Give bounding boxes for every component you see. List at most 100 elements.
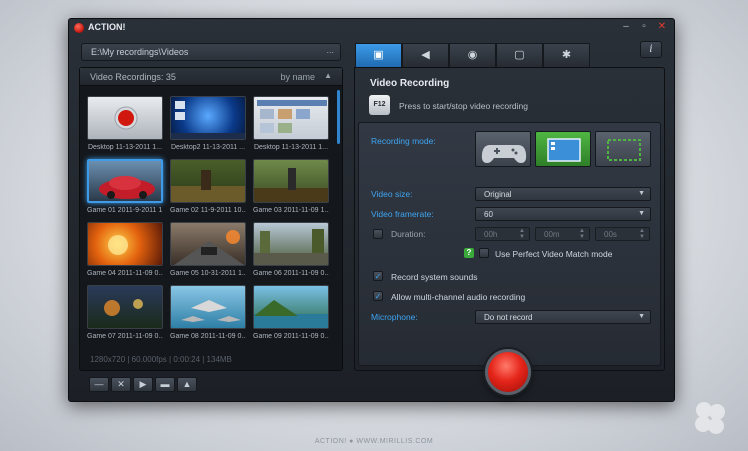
recording-item-selected[interactable]: Game 01 2011-9-2011 1... <box>87 159 163 219</box>
recording-item[interactable]: Game 02 11-9-2011 10... <box>170 159 246 219</box>
recording-item[interactable]: Desktop2 11-13-2011 ... <box>170 96 246 156</box>
recordings-list-panel: Video Recordings: 35 by name ▲ Desktop 1… <box>79 67 343 371</box>
recording-item[interactable]: Game 06 2011-11-09 0... <box>253 222 329 282</box>
perfect-match-label: Use Perfect Video Match mode <box>495 249 613 259</box>
tab-screenshot[interactable]: ▢ <box>496 43 543 67</box>
desktop-image <box>257 100 327 133</box>
region-select-icon <box>607 139 641 161</box>
recording-item[interactable]: Game 05 10-31-2011 1... <box>170 222 246 282</box>
recording-thumbnail <box>253 159 329 203</box>
microphone-value: Do not record <box>484 313 533 322</box>
spinner-arrows-icon: ▲ ▼ <box>519 228 525 240</box>
duration-label: Duration: <box>391 229 426 239</box>
recording-thumbnail <box>87 96 163 140</box>
path-text: E:\My recordings\Videos <box>91 47 189 57</box>
footer-text: ACTION! ● WWW.MIRILLIS.COM <box>314 438 434 445</box>
game-scene-image <box>171 170 245 202</box>
duration-minutes-value: 00m <box>544 230 560 239</box>
recording-item[interactable]: Game 07 2011-11-09 0... <box>87 285 163 345</box>
video-size-label: Video size: <box>371 189 413 199</box>
chevron-down-icon: ▼ <box>638 190 645 197</box>
hotkey-badge: F12 <box>369 95 390 115</box>
restore-button[interactable]: ▫ <box>636 21 652 33</box>
help-icon[interactable]: ? <box>464 248 474 258</box>
mirillis-logo-icon <box>695 402 725 434</box>
recording-item[interactable]: Desktop 11-13-2011 1... <box>253 96 329 156</box>
recording-thumbnail <box>253 285 329 329</box>
mode-tabs: ▣ ◀ ◉ ▢ ✱ <box>355 43 591 67</box>
record-button-image <box>114 106 138 130</box>
duration-seconds[interactable]: 00s ▲ ▼ <box>595 227 650 241</box>
spinner-arrows-icon: ▲ ▼ <box>579 228 585 240</box>
duration-checkbox[interactable] <box>373 229 383 239</box>
tab-video-recording[interactable]: ▣ <box>355 43 402 67</box>
app-logo-icon <box>74 23 84 33</box>
chevron-down-icon: ▼ <box>638 210 645 217</box>
browse-button[interactable]: ... <box>326 45 334 55</box>
recording-thumbnail <box>87 159 163 203</box>
aircraft-scene-image <box>181 300 241 322</box>
video-size-value: Original <box>484 190 512 199</box>
battle-scene-image <box>104 299 143 316</box>
street-scene-image <box>254 229 328 265</box>
spinner-arrows-icon: ▲ ▼ <box>639 228 645 240</box>
mode-region-button[interactable] <box>595 131 651 167</box>
recording-item[interactable]: Game 09 2011-11-09 0... <box>253 285 329 345</box>
recording-caption: Game 05 10-31-2011 1... <box>170 270 246 277</box>
recording-thumbnail <box>170 159 246 203</box>
recording-item[interactable]: Game 08 2011-11-09 0... <box>170 285 246 345</box>
system-sounds-checkbox[interactable]: ✓ <box>373 271 383 281</box>
multichannel-label: Allow multi-channel audio recording <box>391 292 526 302</box>
framerate-value: 60 <box>484 210 493 219</box>
delete-button[interactable]: ✕ <box>111 377 131 392</box>
recording-caption: Game 04 2011-11-09 0... <box>87 270 163 277</box>
recording-thumbnail <box>87 222 163 266</box>
close-button[interactable]: ✕ <box>654 21 670 33</box>
video-size-select[interactable]: Original ▼ <box>475 187 651 201</box>
upload-button[interactable]: ▲ <box>177 377 197 392</box>
racing-car-image <box>99 176 155 199</box>
video-recording-panel: Video Recording F12 Press to start/stop … <box>354 67 665 371</box>
sort-dropdown[interactable]: by name <box>280 72 315 82</box>
title-bar[interactable]: ACTION! – ▫ ✕ <box>69 19 674 37</box>
duration-hours[interactable]: 00h ▲ ▼ <box>475 227 530 241</box>
record-button[interactable] <box>485 349 531 395</box>
tab-benchmark[interactable]: ◉ <box>449 43 496 67</box>
mode-game-button[interactable] <box>475 131 531 167</box>
mode-fullscreen-button[interactable] <box>535 131 591 167</box>
recording-mode-label: Recording mode: <box>371 136 436 146</box>
recording-item[interactable]: Desktop 11-13-2011 1... <box>87 96 163 156</box>
tab-audio[interactable]: ◀ <box>402 43 449 67</box>
duration-seconds-value: 00s <box>604 230 617 239</box>
microphone-select[interactable]: Do not record ▼ <box>475 310 651 324</box>
desktop-screen-icon <box>547 138 581 162</box>
multichannel-checkbox[interactable]: ✓ <box>373 291 383 301</box>
recordings-path-field[interactable]: E:\My recordings\Videos ... <box>81 43 341 61</box>
list-scrollbar[interactable] <box>337 90 340 144</box>
recording-thumbnail <box>170 285 246 329</box>
recordings-count: Video Recordings: 35 <box>90 72 176 82</box>
app-window: ACTION! – ▫ ✕ i E:\My recordings\Videos … <box>68 18 675 402</box>
info-button[interactable]: i <box>640 41 662 58</box>
framerate-select[interactable]: 60 ▼ <box>475 207 651 221</box>
duration-hours-value: 00h <box>484 230 498 239</box>
minimize-button[interactable]: – <box>618 21 634 33</box>
recording-item[interactable]: Game 03 2011-11-09 1... <box>253 159 329 219</box>
app-title: ACTION! <box>88 22 126 32</box>
tab-settings[interactable]: ✱ <box>543 43 590 67</box>
remove-button[interactable]: — <box>89 377 109 392</box>
gamepad-icon <box>481 145 527 163</box>
sort-caret-icon[interactable]: ▲ <box>324 71 332 80</box>
perfect-match-checkbox[interactable] <box>479 248 489 258</box>
open-folder-button[interactable]: ▬ <box>155 377 175 392</box>
recording-caption: Game 07 2011-11-09 0... <box>87 333 163 340</box>
play-button[interactable]: ▶ <box>133 377 153 392</box>
recording-caption: Game 09 2011-11-09 0... <box>253 333 329 340</box>
game-scene-image <box>254 168 328 202</box>
recording-caption: Game 06 2011-11-09 0... <box>253 270 329 277</box>
hotkey-hint: Press to start/stop video recording <box>399 101 528 111</box>
recording-item[interactable]: Game 04 2011-11-09 0... <box>87 222 163 282</box>
island-scene-image <box>254 300 328 328</box>
duration-minutes[interactable]: 00m ▲ ▼ <box>535 227 590 241</box>
recording-settings: Recording mode: Video size: Original ▼ V… <box>358 122 661 366</box>
